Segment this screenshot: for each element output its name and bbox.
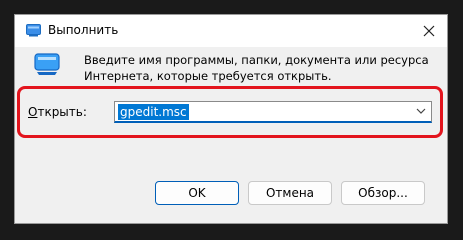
ok-button[interactable]: OK <box>155 181 239 205</box>
run-icon <box>34 53 60 75</box>
dialog-description: Введите имя программы, папки, документа … <box>84 53 429 83</box>
window-title: Выполнить <box>48 23 119 37</box>
open-label: Открыть: <box>28 105 87 119</box>
command-combobox[interactable]: gpedit.msc <box>114 101 432 123</box>
close-icon[interactable] <box>419 21 439 41</box>
browse-button[interactable]: Обзор... <box>341 181 425 205</box>
run-icon <box>26 24 41 37</box>
command-input[interactable]: gpedit.msc <box>118 104 189 120</box>
run-dialog-window: Выполнить Введите имя программы, папки, … <box>14 14 448 224</box>
cancel-button[interactable]: Отмена <box>248 181 332 205</box>
open-label-text: ткрыть: <box>37 105 87 119</box>
title-bar: Выполнить <box>15 15 447 47</box>
chevron-down-icon[interactable] <box>416 107 426 115</box>
